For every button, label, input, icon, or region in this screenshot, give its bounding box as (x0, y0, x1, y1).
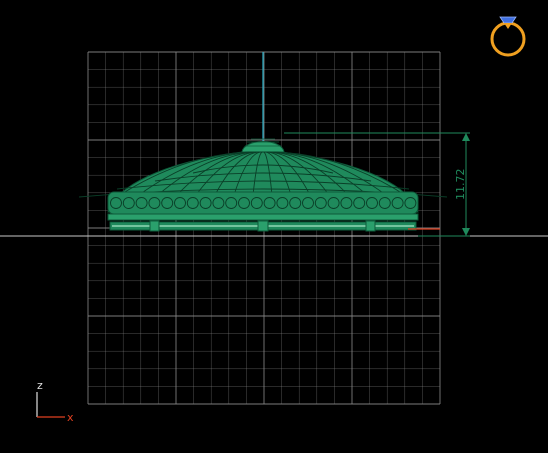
base-prong-left (149, 220, 160, 232)
base-ring-upper (107, 213, 419, 221)
decorative-band (107, 191, 419, 215)
base-prong-center (257, 220, 269, 232)
x-axis-label: x (67, 411, 74, 424)
dimension-value: 11.72 (454, 169, 467, 201)
3d-viewport[interactable]: 11.72 z x (0, 0, 548, 453)
z-axis-label: z (37, 379, 43, 392)
base-prong-right (365, 220, 376, 232)
